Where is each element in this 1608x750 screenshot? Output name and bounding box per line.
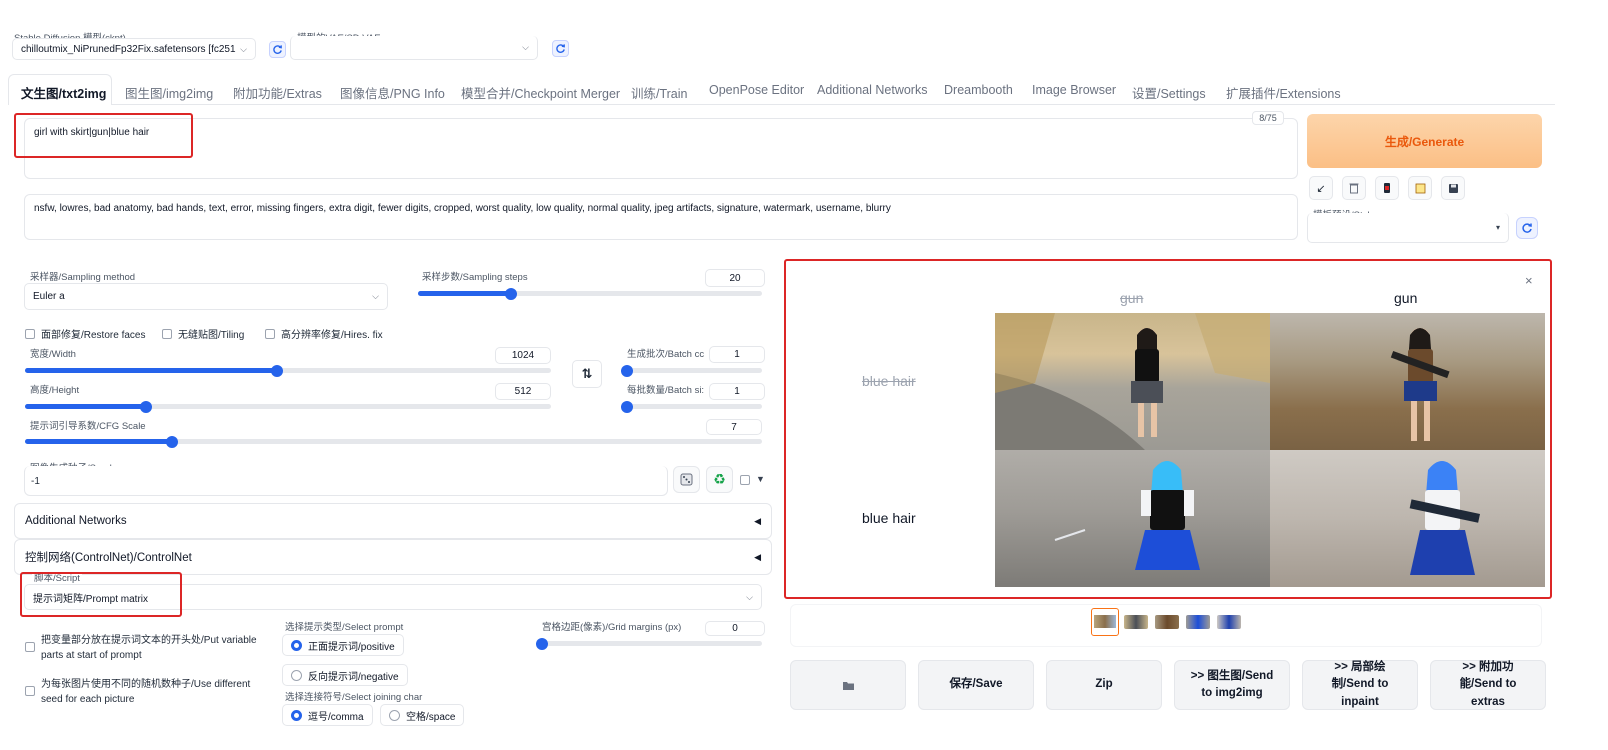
ckpt-select[interactable]: chilloutmix_NiPrunedFp32Fix.safetensors … — [12, 38, 256, 60]
tab-extras[interactable]: 附加功能/Extras — [233, 83, 322, 102]
seed-input[interactable]: -1 — [24, 466, 668, 496]
cfg-label: 提示词引导系数/CFG Scale — [30, 421, 146, 432]
clipboard-icon[interactable] — [1408, 176, 1432, 200]
thumbnail-1[interactable] — [1124, 615, 1148, 629]
send-to-img2img-button[interactable]: >> 图生图/Send to img2img — [1174, 660, 1290, 710]
joining-char-label: 选择连接符号/Select joining char — [285, 692, 423, 703]
batch-size-slider[interactable] — [621, 400, 762, 413]
highlight-script — [20, 572, 182, 617]
collapse-arrow-icon: ◀ — [754, 515, 761, 526]
token-counter: 8/75 — [1252, 111, 1284, 125]
steps-slider[interactable] — [418, 287, 762, 300]
batch-size-input[interactable]: 1 — [709, 383, 765, 400]
tab-openpose-editor[interactable]: OpenPose Editor — [709, 83, 804, 97]
highlight-prompt — [14, 113, 193, 158]
grid-margins-input[interactable]: 0 — [705, 621, 765, 636]
batch-count-slider[interactable] — [621, 364, 762, 377]
refresh-ckpt-icon[interactable] — [269, 41, 286, 58]
tab-png-info[interactable]: 图像信息/PNG Info — [340, 83, 445, 102]
send-to-inpaint-button[interactable]: >> 局部绘制/Send to inpaint — [1302, 660, 1418, 710]
seed-value: -1 — [31, 476, 40, 487]
additional-networks-title: Additional Networks — [25, 515, 127, 527]
negative-prompt-input[interactable]: nsfw, lowres, bad anatomy, bad hands, te… — [24, 194, 1298, 240]
tab-dreambooth[interactable]: Dreambooth — [944, 83, 1013, 97]
open-folder-button[interactable] — [790, 660, 906, 710]
folder-icon — [842, 681, 854, 690]
tab-txt2img[interactable]: 文生图/txt2img — [21, 83, 106, 102]
dice-icon[interactable] — [673, 466, 700, 493]
tab-settings[interactable]: 设置/Settings — [1132, 83, 1206, 102]
controlnet-title: 控制网络(ControlNet)/ControlNet — [25, 552, 192, 564]
steps-label: 采样步数/Sampling steps — [422, 272, 528, 283]
controlnet-accordion[interactable]: 控制网络(ControlNet)/ControlNet ◀ — [14, 539, 772, 575]
positive-prompt-input[interactable]: girl with skirt|gun|blue hair — [24, 118, 1298, 179]
style-toolbar: ↙ — [1309, 176, 1465, 200]
comma-radio[interactable]: 逗号/comma — [282, 704, 373, 726]
collapse-arrow-icon: ◀ — [754, 551, 761, 562]
tab-checkpoint-merger[interactable]: 模型合并/Checkpoint Merger — [461, 83, 620, 102]
chevron-down-icon: ⌵ — [240, 43, 247, 54]
negative-prompt-text: nsfw, lowres, bad anatomy, bad hands, te… — [34, 203, 891, 214]
width-input[interactable]: 1024 — [495, 347, 551, 364]
batch-count-label: 生成批次/Batch cc — [627, 349, 705, 360]
chevron-down-icon: ⌵ — [372, 291, 379, 301]
additional-networks-accordion[interactable]: Additional Networks ◀ — [14, 503, 772, 539]
height-slider[interactable] — [25, 400, 551, 413]
send-to-extras-button[interactable]: >> 附加功能/Send to extras — [1430, 660, 1546, 710]
generate-button[interactable]: 生成/Generate — [1307, 114, 1542, 168]
refresh-vae-icon[interactable] — [552, 40, 569, 57]
positive-prompt-radio[interactable]: 正面提示词/positive — [282, 634, 404, 656]
save-style-icon[interactable] — [1441, 176, 1465, 200]
ckpt-value: chilloutmix_NiPrunedFp32Fix.safetensors … — [21, 43, 236, 55]
width-label: 宽度/Width — [30, 349, 76, 360]
different-seed-checkbox[interactable]: 为每张图片使用不同的随机数种子/Use different seed for e… — [25, 678, 265, 707]
steps-input[interactable]: 20 — [705, 269, 765, 287]
grid-margins-label: 宫格边距(像素)/Grid margins (px) — [542, 622, 682, 633]
red-card-icon[interactable] — [1375, 176, 1399, 200]
highlight-output — [784, 259, 1552, 599]
select-prompt-label: 选择提示类型/Select prompt — [285, 622, 404, 633]
refresh-styles-icon[interactable] — [1516, 217, 1538, 239]
seed-expand-icon[interactable]: ▼ — [756, 474, 765, 484]
styles-select[interactable]: ▾ — [1307, 213, 1509, 243]
swap-dimensions-icon[interactable]: ⇅ — [572, 360, 602, 388]
cfg-slider[interactable] — [25, 435, 762, 448]
tab-extensions[interactable]: 扩展插件/Extensions — [1226, 83, 1341, 102]
zip-button[interactable]: Zip — [1046, 660, 1162, 710]
thumbnail-4[interactable] — [1217, 615, 1241, 629]
sampler-select[interactable]: Euler a ⌵ — [24, 283, 388, 310]
height-input[interactable]: 512 — [495, 383, 551, 400]
sampler-value: Euler a — [33, 291, 65, 302]
save-button[interactable]: 保存/Save — [918, 660, 1034, 710]
caret-down-icon: ▾ — [1495, 223, 1500, 232]
hires-fix-checkbox[interactable]: 高分辨率修复/Hires. fix — [265, 326, 383, 341]
batch-count-input[interactable]: 1 — [709, 346, 765, 363]
sampler-label: 采样器/Sampling method — [30, 272, 136, 283]
thumbnail-2[interactable] — [1155, 615, 1179, 629]
height-label: 高度/Height — [30, 385, 80, 396]
thumbnail-3[interactable] — [1186, 615, 1210, 629]
thumbnail-selected[interactable] — [1091, 608, 1119, 636]
tabs-divider — [112, 104, 1555, 105]
chevron-down-icon: ⌵ — [746, 591, 753, 602]
tab-image-browser[interactable]: Image Browser — [1032, 83, 1116, 97]
width-slider[interactable] — [25, 364, 551, 377]
chevron-down-icon: ⌵ — [522, 42, 529, 52]
tab-additional-networks[interactable]: Additional Networks — [817, 83, 927, 97]
restore-faces-checkbox[interactable]: 面部修复/Restore faces — [25, 326, 145, 341]
arrow-icon[interactable]: ↙ — [1309, 176, 1333, 200]
trash-icon[interactable] — [1342, 176, 1366, 200]
grid-margins-slider[interactable] — [536, 637, 762, 650]
extra-seed-checkbox[interactable] — [740, 475, 750, 488]
tab-train[interactable]: 训练/Train — [631, 83, 688, 102]
tab-img2img[interactable]: 图生图/img2img — [125, 83, 213, 102]
space-radio[interactable]: 空格/space — [380, 704, 465, 726]
cfg-input[interactable]: 7 — [706, 419, 762, 435]
vae-select[interactable]: ⌵ — [290, 36, 538, 60]
negative-prompt-radio[interactable]: 反向提示词/negative — [282, 664, 408, 686]
batch-size-label: 每批数量/Batch si: — [627, 385, 705, 396]
put-variable-start-checkbox[interactable]: 把变量部分放在提示词文本的开头处/Put variable parts at s… — [25, 634, 265, 663]
tiling-checkbox[interactable]: 无缝贴图/Tiling — [162, 326, 244, 341]
recycle-icon[interactable]: ♻ — [706, 466, 733, 493]
